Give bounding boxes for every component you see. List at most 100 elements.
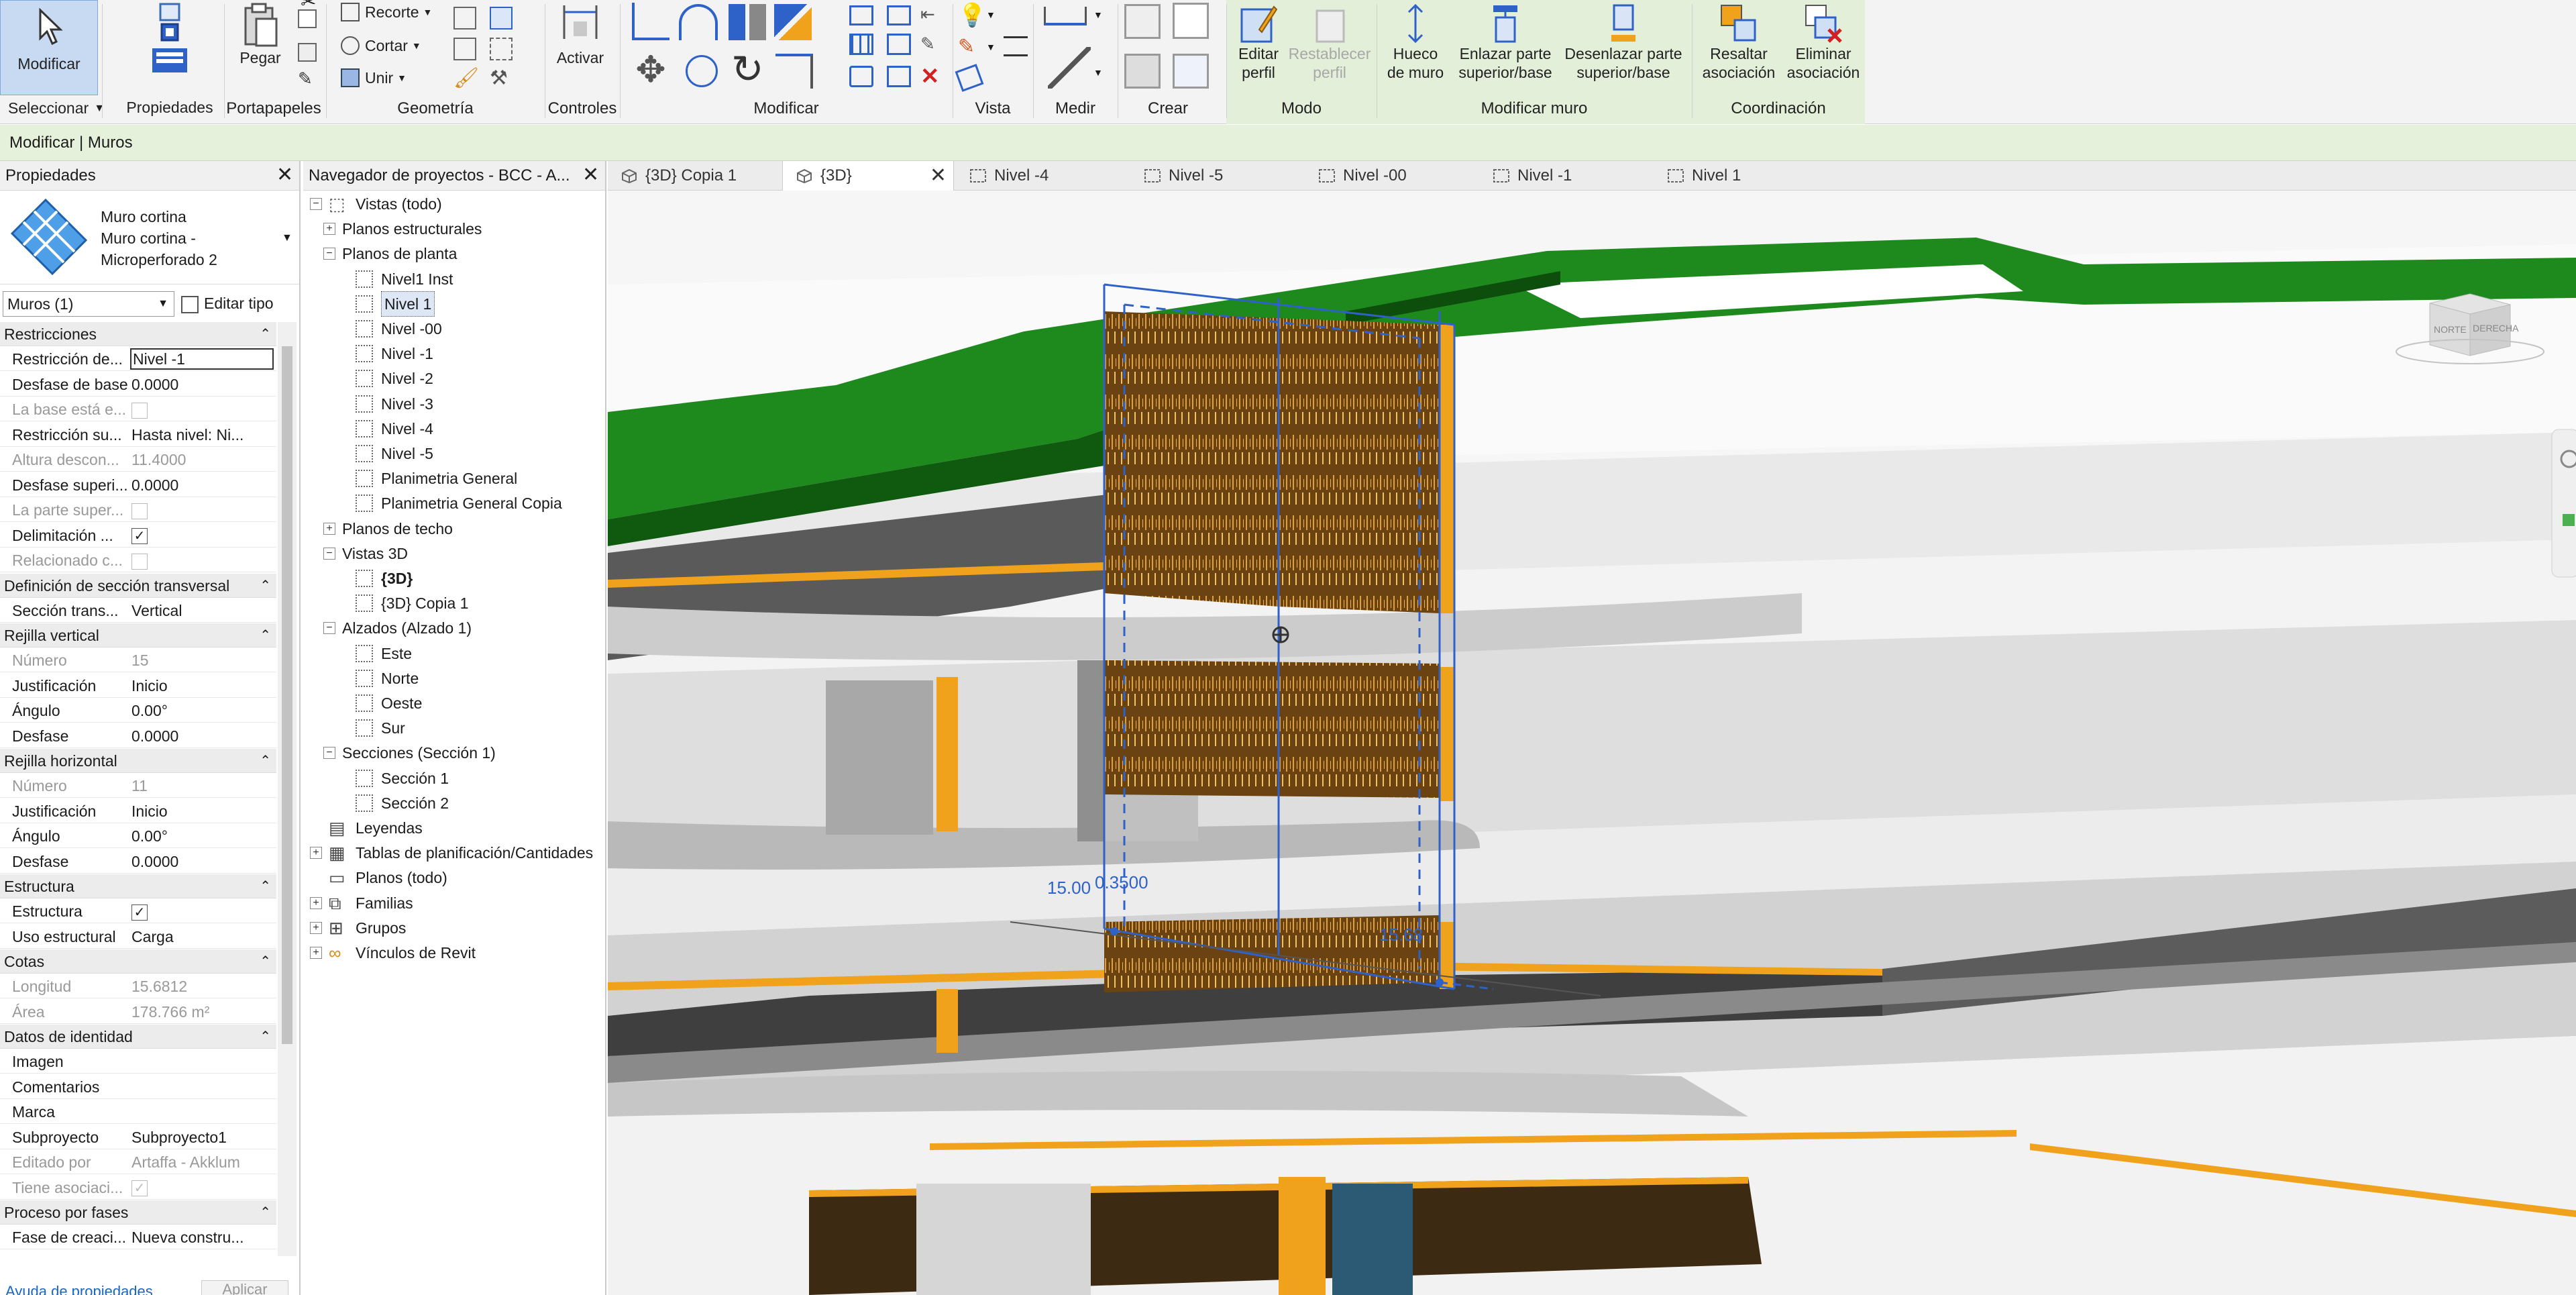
rotate-icon[interactable]: ↻ <box>731 50 766 89</box>
offset-icon[interactable] <box>679 4 718 40</box>
property-value[interactable]: Carga <box>130 925 274 949</box>
close-icon[interactable]: ✕ <box>930 161 947 191</box>
expand-icon[interactable]: + <box>323 522 335 535</box>
pin-element-icon[interactable] <box>849 66 873 87</box>
property-row[interactable]: Ángulo 0.00° <box>0 698 276 723</box>
view-tab[interactable]: Nivel -00 <box>1305 161 1477 191</box>
property-row[interactable]: Uso estructural Carga <box>0 925 276 949</box>
property-row[interactable]: La base está e... <box>0 397 276 421</box>
tree-item[interactable]: + ∞ Vínculos de Revit <box>310 941 476 965</box>
instance-filter-dropdown[interactable]: Muros (1) ▼ <box>3 291 174 317</box>
tree-item[interactable]: Este <box>337 641 412 666</box>
unpin-element-icon[interactable] <box>887 66 911 87</box>
dimension-right[interactable]: 15.68 <box>1379 925 1423 945</box>
property-section[interactable]: Rejilla horizontal ⌃ <box>0 749 276 773</box>
tree-item[interactable]: Nivel -5 <box>337 442 433 466</box>
property-section[interactable]: Datos de identidad ⌃ <box>0 1025 276 1049</box>
hide-dropdown-icon[interactable]: ▼ <box>986 9 996 20</box>
align-icon[interactable] <box>632 3 669 40</box>
cut-button[interactable]: Cortar ▼ <box>341 36 421 55</box>
property-row[interactable]: Desfase de base 0.0000 <box>0 372 276 397</box>
property-section[interactable]: Rejilla vertical ⌃ <box>0 623 276 648</box>
property-row[interactable]: Relacionado c... <box>0 548 276 572</box>
tree-item[interactable]: Nivel -4 <box>337 417 433 441</box>
properties-scrollbar[interactable] <box>278 322 297 1256</box>
property-checkbox[interactable] <box>130 498 274 522</box>
create-similar-icon[interactable] <box>1173 54 1209 89</box>
collapse-icon[interactable]: − <box>323 547 335 560</box>
property-checkbox[interactable] <box>130 397 274 421</box>
property-value[interactable]: Ninguno <box>130 1251 274 1257</box>
mirror-axis-icon[interactable] <box>729 4 766 40</box>
property-row[interactable]: Marca <box>0 1100 276 1124</box>
tree-item[interactable]: Nivel 1 <box>337 291 435 317</box>
property-value[interactable]: 0.0000 <box>130 473 274 497</box>
property-row[interactable]: Restricción su... Hasta nivel: Ni... <box>0 423 276 447</box>
measure-dropdown-icon[interactable]: ▼ <box>1093 9 1103 20</box>
expand-icon[interactable]: + <box>310 921 322 934</box>
tree-item[interactable]: − Alzados (Alzado 1) <box>323 616 472 640</box>
create-assembly-icon[interactable] <box>1124 4 1161 39</box>
tree-item[interactable]: + ⊞ Grupos <box>310 916 406 940</box>
hammer-icon[interactable]: ⚒ <box>490 67 513 90</box>
tree-item[interactable]: Sección 1 <box>337 766 449 790</box>
property-value[interactable]: Nivel -1 <box>130 348 274 370</box>
wall-joins-icon[interactable] <box>453 7 476 30</box>
tree-item[interactable]: + ⧉ Familias <box>310 891 413 915</box>
property-value[interactable]: Inicio <box>130 799 274 823</box>
property-row[interactable]: Sección trans... Vertical <box>0 599 276 623</box>
property-row[interactable]: Número 11 <box>0 774 276 798</box>
type-selector[interactable]: Muro cortina Muro cortina - Microperfora… <box>0 191 299 284</box>
trim-extend-icon[interactable] <box>775 54 813 89</box>
collapse-icon[interactable]: − <box>310 198 322 210</box>
tree-item[interactable]: Nivel -2 <box>337 366 433 391</box>
create-parts-icon[interactable] <box>1173 3 1209 39</box>
move-grip-icon[interactable] <box>1272 626 1289 643</box>
reset-profile-button[interactable]: Restablecer perfil <box>1288 0 1371 94</box>
unpin-icon[interactable]: ✎ <box>920 34 941 54</box>
property-value[interactable]: 0.0000 <box>130 372 274 397</box>
collapse-icon[interactable]: − <box>323 248 335 260</box>
tree-item[interactable]: + ▦ Tablas de planificación/Cantidades <box>310 841 593 865</box>
measure-icon[interactable] <box>1044 7 1087 25</box>
tree-item[interactable]: Planimetria General <box>337 466 517 490</box>
property-row[interactable]: Número 15 <box>0 648 276 672</box>
property-value[interactable]: Subproyecto1 <box>130 1125 274 1149</box>
remove-association-button[interactable]: Eliminar asociación <box>1783 0 1864 94</box>
property-section[interactable]: Restricciones ⌃ <box>0 322 276 346</box>
navigation-bar[interactable] <box>2551 429 2576 578</box>
edit-profile-button[interactable]: Editar perfil <box>1232 0 1285 94</box>
property-row[interactable]: Comentarios <box>0 1075 276 1099</box>
property-row[interactable]: Restricción de... Nivel -1 <box>0 347 276 371</box>
match-properties-icon[interactable]: ✎ <box>298 70 317 87</box>
paint-icon[interactable] <box>453 38 476 60</box>
attach-top-base-button[interactable]: Enlazar parte superior/base <box>1452 0 1559 94</box>
tree-item[interactable]: Norte <box>337 666 419 690</box>
tree-item[interactable]: + Planos de techo <box>323 517 453 541</box>
property-value[interactable]: Nueva constru... <box>130 1225 274 1249</box>
split-face-icon[interactable] <box>490 7 513 30</box>
property-value[interactable]: 0.0000 <box>130 849 274 874</box>
expand-icon[interactable]: + <box>310 947 322 959</box>
property-value[interactable]: Vertical <box>130 599 274 623</box>
dimension-small[interactable]: 0.3500 <box>1095 872 1148 892</box>
property-checkbox[interactable]: ✓ <box>130 899 274 923</box>
array-icon[interactable] <box>849 34 873 55</box>
view-tab[interactable]: Nivel -4 <box>957 161 1128 191</box>
dimension-dropdown-icon[interactable]: ▼ <box>1093 67 1103 78</box>
property-value[interactable]: Hasta nivel: Ni... <box>130 423 274 447</box>
tree-item[interactable]: Nivel1 Inst <box>337 267 453 291</box>
tree-item[interactable]: Nivel -00 <box>337 317 442 341</box>
cope-button[interactable]: Recorte ▼ <box>341 3 432 21</box>
override-graphics-icon[interactable]: ✎ <box>958 35 981 59</box>
scrollbar-thumb[interactable] <box>282 346 292 1044</box>
property-row[interactable]: Tiene asociaci... ✓ <box>0 1176 276 1200</box>
join-button[interactable]: Unir ▼ <box>341 68 407 87</box>
tree-item[interactable]: − Planos de planta <box>323 242 457 266</box>
tree-item[interactable]: ▤ Leyendas <box>310 816 423 840</box>
property-row[interactable]: Delimitación ... ✓ <box>0 523 276 548</box>
scale-icon[interactable] <box>887 34 911 55</box>
view-tab[interactable]: {3D} Copia 1 <box>608 161 780 191</box>
pick-brush-icon[interactable]: 🖌 <box>453 67 479 90</box>
tree-item[interactable]: Nivel -3 <box>337 392 433 416</box>
